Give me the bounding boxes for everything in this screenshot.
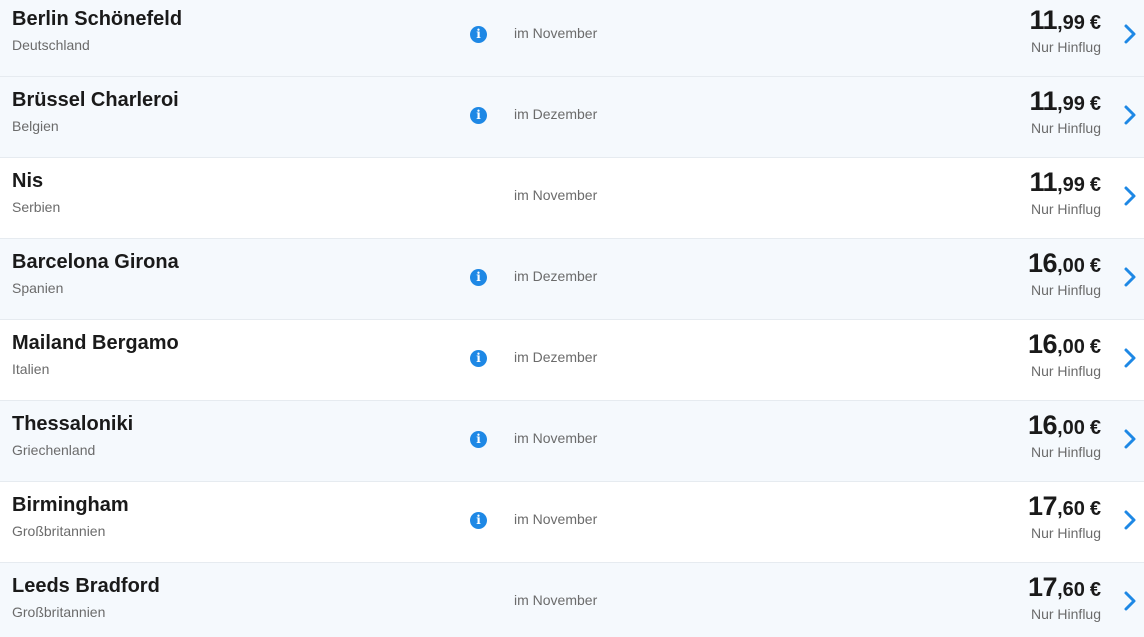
price: 11,99 €: [1030, 86, 1101, 117]
price-currency: €: [1089, 12, 1101, 34]
price-currency: €: [1089, 174, 1101, 196]
travel-month: im November: [514, 187, 598, 203]
flight-row[interactable]: Leeds Bradford Großbritannien im Novembe…: [0, 563, 1144, 637]
chevron-right-icon[interactable]: [1123, 266, 1137, 288]
chevron-right-icon[interactable]: [1123, 104, 1137, 126]
trip-type-note: Nur Hinflug: [1030, 282, 1101, 298]
chevron-right-icon[interactable]: [1123, 347, 1137, 369]
flight-row[interactable]: Nis Serbien im November 11,99 € Nur Hinfl…: [0, 158, 1144, 239]
price-currency: €: [1089, 93, 1101, 115]
price: 16,00 €: [1028, 248, 1101, 279]
travel-month: im November: [514, 592, 598, 608]
chevron-right-icon[interactable]: [1123, 23, 1137, 45]
destination-city: Leeds Bradford: [12, 575, 160, 597]
travel-month: im November: [514, 25, 598, 41]
trip-type-note: Nur Hinflug: [1030, 444, 1101, 460]
destination-country: Spanien: [12, 280, 64, 296]
chevron-right-icon[interactable]: [1123, 509, 1137, 531]
flight-row[interactable]: Thessaloniki Griechenland i im November …: [0, 401, 1144, 482]
price-currency: €: [1089, 255, 1101, 277]
trip-type-note: Nur Hinflug: [1030, 39, 1101, 55]
destination-country: Serbien: [12, 199, 61, 215]
price: 17,60 €: [1028, 572, 1101, 603]
destination-city: Barcelona Girona: [12, 251, 179, 273]
destination-city: Thessaloniki: [12, 413, 134, 435]
price-integer: 16: [1028, 248, 1058, 278]
chevron-right-icon[interactable]: [1123, 590, 1137, 612]
destination-city: Mailand Bergamo: [12, 332, 179, 354]
travel-month: im Dezember: [514, 268, 598, 284]
info-icon[interactable]: i: [470, 512, 487, 529]
info-icon[interactable]: i: [470, 431, 487, 448]
trip-type-note: Nur Hinflug: [1030, 525, 1101, 541]
info-icon[interactable]: i: [470, 269, 487, 286]
destination-city: Birmingham: [12, 494, 129, 516]
price-integer: 11: [1029, 5, 1058, 35]
price-decimal: ,99: [1057, 12, 1085, 34]
price-decimal: ,00: [1057, 255, 1085, 277]
price: 11,99 €: [1030, 167, 1101, 198]
destination-city: Berlin Schönefeld: [12, 8, 183, 30]
trip-type-note: Nur Hinflug: [1030, 120, 1101, 136]
price-integer: 17: [1028, 572, 1058, 602]
price-decimal: ,99: [1057, 174, 1085, 196]
price-currency: €: [1089, 336, 1101, 358]
flight-row[interactable]: Birmingham Großbritannien i im November …: [0, 482, 1144, 563]
price: 11,99 €: [1030, 5, 1101, 36]
flight-row[interactable]: Mailand Bergamo Italien i im Dezember 16…: [0, 320, 1144, 401]
flight-deal-list: Berlin Schönefeld Deutschland i im Novem…: [0, 0, 1144, 637]
price-currency: €: [1089, 417, 1101, 439]
trip-type-note: Nur Hinflug: [1030, 606, 1101, 622]
destination-city: Nis: [12, 170, 44, 192]
chevron-right-icon[interactable]: [1123, 428, 1137, 450]
destination-country: Griechenland: [12, 442, 96, 458]
flight-row[interactable]: Barcelona Girona Spanien i im Dezember 1…: [0, 239, 1144, 320]
price: 17,60 €: [1028, 491, 1101, 522]
price-integer: 16: [1028, 410, 1058, 440]
info-icon[interactable]: i: [470, 107, 487, 124]
price-integer: 11: [1029, 167, 1058, 197]
price-decimal: ,60: [1057, 579, 1085, 601]
price-decimal: ,00: [1057, 336, 1085, 358]
price-integer: 17: [1028, 491, 1058, 521]
destination-city: Brüssel Charleroi: [12, 89, 179, 111]
destination-country: Italien: [12, 361, 50, 377]
destination-country: Großbritannien: [12, 604, 106, 620]
price-integer: 11: [1029, 86, 1058, 116]
price-integer: 16: [1028, 329, 1058, 359]
travel-month: im November: [514, 511, 598, 527]
price-decimal: ,60: [1057, 498, 1085, 520]
price-currency: €: [1089, 498, 1101, 520]
flight-row[interactable]: Berlin Schönefeld Deutschland i im Novem…: [0, 0, 1144, 77]
info-icon[interactable]: i: [470, 350, 487, 367]
price-decimal: ,99: [1057, 93, 1085, 115]
flight-row[interactable]: Brüssel Charleroi Belgien i im Dezember …: [0, 77, 1144, 158]
travel-month: im Dezember: [514, 349, 598, 365]
travel-month: im Dezember: [514, 106, 598, 122]
price: 16,00 €: [1028, 410, 1101, 441]
destination-country: Deutschland: [12, 37, 90, 53]
chevron-right-icon[interactable]: [1123, 185, 1137, 207]
destination-country: Großbritannien: [12, 523, 106, 539]
travel-month: im November: [514, 430, 598, 446]
trip-type-note: Nur Hinflug: [1030, 363, 1101, 379]
trip-type-note: Nur Hinflug: [1030, 201, 1101, 217]
price: 16,00 €: [1028, 329, 1101, 360]
price-currency: €: [1089, 579, 1101, 601]
destination-country: Belgien: [12, 118, 59, 134]
info-icon[interactable]: i: [470, 26, 487, 43]
price-decimal: ,00: [1057, 417, 1085, 439]
